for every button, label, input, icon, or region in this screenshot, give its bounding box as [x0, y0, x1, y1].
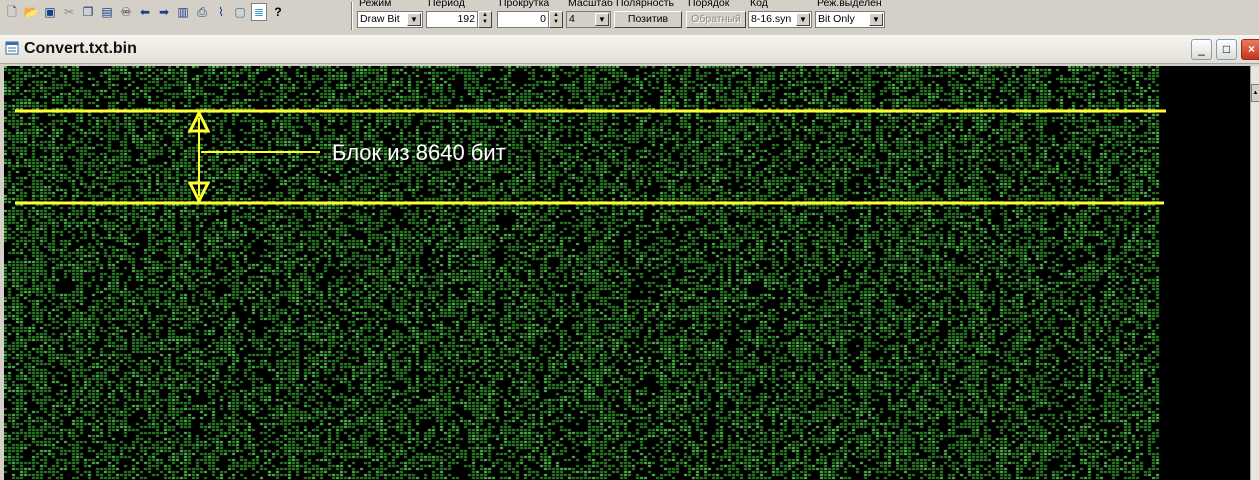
cut-icon[interactable]: ✂: [61, 3, 77, 21]
main-toolbar: 🗋 📂 ▣ ✂ ❐ ▤ ♾ ⬅ ➡ ▥ ⎙ ⌇ ▢ ≣ ? Режим Draw…: [0, 0, 1259, 34]
chevron-down-icon[interactable]: ▼: [407, 13, 421, 26]
period-spinner[interactable]: ▲ ▼: [478, 11, 492, 28]
brush-icon[interactable]: ⌇: [213, 3, 229, 21]
document-icon: [5, 41, 19, 55]
polarity-group: Полярность Позитив: [614, 0, 684, 30]
help-icon[interactable]: ?: [270, 3, 286, 21]
mode-select[interactable]: Draw Bit ▼: [357, 11, 423, 28]
period-input[interactable]: 192: [426, 11, 478, 28]
toolbar-icons: 🗋 📂 ▣ ✂ ❐ ▤ ♾ ⬅ ➡ ▥ ⎙ ⌇ ▢ ≣ ?: [4, 3, 289, 21]
save-icon[interactable]: ▣: [42, 3, 58, 21]
code-label: Код: [750, 0, 768, 9]
new-file-icon[interactable]: 🗋: [4, 3, 20, 21]
order-button[interactable]: Обратный: [686, 11, 746, 28]
order-label: Порядок: [688, 0, 730, 9]
list-icon[interactable]: ≣: [251, 3, 267, 21]
code-select[interactable]: 8-16.syn ▼: [748, 11, 812, 28]
mode-value: Draw Bit: [360, 13, 400, 25]
select-mode-group: Реж.выделен Bit Only ▼: [815, 0, 887, 30]
scroll-up-icon[interactable]: ▲: [1251, 84, 1259, 102]
scale-value: 4: [569, 13, 575, 25]
select-mode-select[interactable]: Bit Only ▼: [815, 11, 885, 28]
annotation-label: Блок из 8640 бит: [332, 140, 506, 165]
chevron-down-icon[interactable]: ▼: [595, 13, 609, 26]
close-button[interactable]: ×: [1241, 39, 1259, 60]
page-icon[interactable]: ▥: [175, 3, 191, 21]
vertical-scrollbar[interactable]: ▲: [1250, 66, 1259, 480]
chevron-down-icon[interactable]: ▼: [796, 13, 810, 26]
period-group: Период 192 ▲ ▼: [426, 0, 494, 30]
scale-select[interactable]: 4 ▼: [566, 11, 611, 28]
minimize-button[interactable]: _: [1191, 39, 1212, 60]
print-icon[interactable]: ⎙: [194, 3, 210, 21]
paste-icon[interactable]: ▤: [99, 3, 115, 21]
back-arrow-icon[interactable]: ⬅: [137, 3, 153, 21]
window-title: Convert.txt.bin: [24, 40, 137, 57]
find-icon[interactable]: ♾: [118, 3, 134, 21]
code-group: Код 8-16.syn ▼: [748, 0, 814, 30]
period-label: Период: [428, 0, 465, 9]
window-titlebar[interactable]: Convert.txt.bin _ □ ×: [0, 35, 1259, 64]
mode-label: Режим: [359, 0, 392, 9]
annotation-overlay: Блок из 8640 бит: [15, 109, 1166, 205]
polarity-label: Полярность: [616, 0, 674, 9]
scale-group: Масштаб 4 ▼: [566, 0, 613, 30]
document-window: Convert.txt.bin _ □ × Блок из 8640 бит ▲: [0, 35, 1259, 480]
scroll-group: Прокрутка 0 ▲ ▼: [497, 0, 565, 30]
order-group: Порядок Обратный: [686, 0, 748, 30]
scroll-label: Прокрутка: [499, 0, 550, 9]
maximize-button[interactable]: □: [1216, 39, 1237, 60]
toolbar-separator: [351, 2, 353, 30]
select-mode-value: Bit Only: [818, 13, 855, 25]
code-value: 8-16.syn: [751, 13, 792, 25]
open-file-icon[interactable]: 📂: [23, 3, 39, 21]
bit-view-area[interactable]: Блок из 8640 бит: [4, 66, 1250, 480]
forward-arrow-icon[interactable]: ➡: [156, 3, 172, 21]
frame-icon[interactable]: ▢: [232, 3, 248, 21]
scroll-value: 0: [540, 13, 546, 25]
scroll-spinner[interactable]: ▲ ▼: [549, 11, 563, 28]
scale-label: Масштаб: [568, 0, 613, 9]
select-mode-label: Реж.выделен: [817, 0, 882, 9]
chevron-down-icon[interactable]: ▼: [869, 13, 883, 26]
polarity-button[interactable]: Позитив: [614, 11, 682, 28]
scroll-input[interactable]: 0: [497, 11, 549, 28]
copy-icon[interactable]: ❐: [80, 3, 96, 21]
period-value: 192: [457, 13, 475, 25]
mode-group: Режим Draw Bit ▼: [357, 0, 423, 30]
